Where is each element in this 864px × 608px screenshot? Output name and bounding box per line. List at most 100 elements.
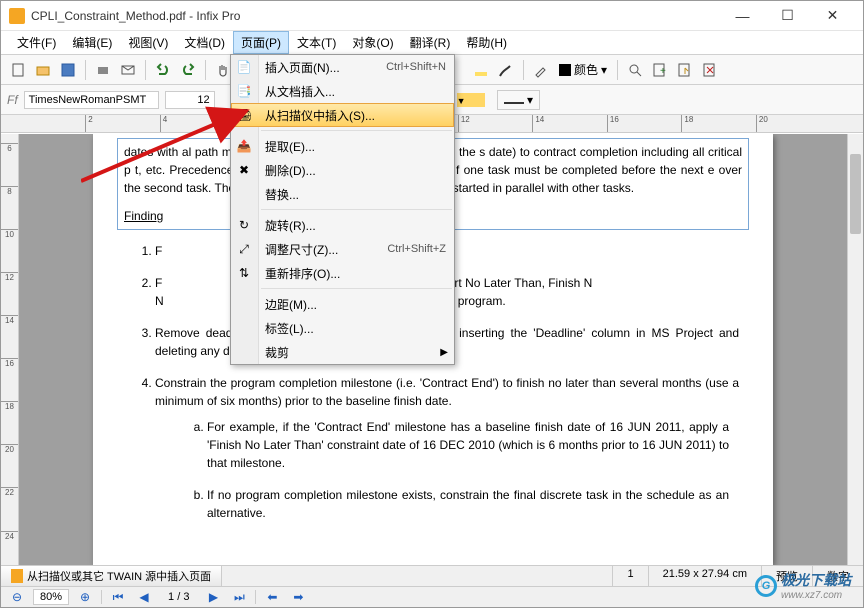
font-size-input[interactable]: 12 bbox=[165, 91, 215, 109]
print-button[interactable] bbox=[92, 59, 114, 81]
finding-label: Finding bbox=[124, 209, 163, 223]
toolbar-separator bbox=[617, 60, 618, 80]
menu-labels[interactable]: 标签(L)... bbox=[231, 316, 454, 340]
menu-bar: 文件(F) 编辑(E) 视图(V) 文档(D) 页面(P) 文本(T) 对象(O… bbox=[1, 31, 863, 55]
window-title: CPLI_Constraint_Method.pdf - Infix Pro bbox=[31, 9, 720, 23]
last-page-button[interactable]: ⏭ bbox=[229, 589, 249, 605]
menu-crop[interactable]: 裁剪 ▶ bbox=[231, 340, 454, 364]
menu-text[interactable]: 文本(T) bbox=[289, 31, 344, 54]
pages-dropdown-menu: 📄 插入页面(N)... Ctrl+Shift+N 📑 从文档插入... 🖨 从… bbox=[230, 54, 455, 365]
menu-insert-page[interactable]: 📄 插入页面(N)... Ctrl+Shift+N bbox=[231, 55, 454, 79]
new-file-button[interactable] bbox=[7, 59, 29, 81]
search-icon bbox=[627, 62, 643, 78]
open-button[interactable] bbox=[32, 59, 54, 81]
minimize-button[interactable]: — bbox=[720, 2, 765, 30]
scrollbar-vertical[interactable] bbox=[847, 134, 863, 565]
delete-page-button[interactable] bbox=[699, 59, 721, 81]
menu-delete[interactable]: ✖ 删除(D)... bbox=[231, 158, 454, 182]
next-page-button[interactable]: ▶ bbox=[203, 589, 223, 605]
close-button[interactable]: ✕ bbox=[810, 2, 855, 30]
menu-insert-from-doc[interactable]: 📑 从文档插入... bbox=[231, 79, 454, 103]
color-label: 颜色 bbox=[574, 61, 598, 78]
redact-icon bbox=[498, 62, 514, 78]
zoom-in-button[interactable]: ⊕ bbox=[75, 589, 95, 605]
eyedropper-icon bbox=[533, 62, 549, 78]
undo-button[interactable] bbox=[152, 59, 174, 81]
svg-text:+: + bbox=[660, 66, 666, 77]
redo-icon bbox=[180, 62, 196, 78]
menu-pages[interactable]: 页面(P) bbox=[233, 31, 289, 54]
zoom-out-button[interactable]: ⊖ bbox=[7, 589, 27, 605]
folder-open-icon bbox=[35, 62, 51, 78]
menu-margins[interactable]: 边距(M)... bbox=[231, 292, 454, 316]
color-swatch-icon bbox=[559, 64, 571, 76]
first-page-button[interactable]: ⏮ bbox=[108, 589, 128, 605]
watermark-text: 极光下载站 bbox=[781, 570, 851, 590]
line-icon bbox=[504, 102, 524, 104]
page-delete-icon bbox=[702, 62, 718, 78]
find-button[interactable] bbox=[624, 59, 646, 81]
extract-icon: 📤 bbox=[236, 138, 252, 154]
rotate-icon: ↻ bbox=[236, 217, 252, 233]
toolbar-separator bbox=[205, 60, 206, 80]
menu-separator bbox=[261, 288, 452, 289]
page-extract-icon bbox=[677, 62, 693, 78]
highlight-tool-button[interactable] bbox=[470, 59, 492, 81]
resize-icon: ⤢ bbox=[236, 241, 252, 257]
dimensions-cell: 21.59 x 27.94 cm bbox=[648, 566, 761, 586]
email-button[interactable] bbox=[117, 59, 139, 81]
menu-help[interactable]: 帮助(H) bbox=[458, 31, 515, 54]
menu-resize[interactable]: ⤢ 调整尺寸(Z)... Ctrl+Shift+Z bbox=[231, 237, 454, 261]
save-icon bbox=[60, 62, 76, 78]
nav-back-button[interactable]: ⬅ bbox=[262, 589, 282, 605]
menu-replace[interactable]: 替换... bbox=[231, 182, 454, 206]
menu-document[interactable]: 文档(D) bbox=[176, 31, 233, 54]
toolbar-separator bbox=[145, 60, 146, 80]
note-add-icon: + bbox=[652, 62, 668, 78]
highlight-color-button[interactable]: ▼ bbox=[457, 93, 485, 107]
hand-icon bbox=[215, 62, 231, 78]
menu-edit[interactable]: 编辑(E) bbox=[64, 31, 120, 54]
extract-page-button[interactable] bbox=[674, 59, 696, 81]
eyedropper-button[interactable] bbox=[530, 59, 552, 81]
new-file-icon bbox=[10, 62, 26, 78]
menu-view[interactable]: 视图(V) bbox=[120, 31, 176, 54]
menu-insert-from-scanner[interactable]: 🖨 从扫描仪中插入(S)... bbox=[231, 103, 454, 127]
document-tab[interactable]: 从扫描仪或其它 TWAIN 源中插入页面 bbox=[1, 566, 222, 586]
toolbar-separator bbox=[523, 60, 524, 80]
menu-separator bbox=[261, 209, 452, 210]
scrollbar-thumb[interactable] bbox=[850, 154, 861, 234]
add-note-button[interactable]: + bbox=[649, 59, 671, 81]
nav-forward-button[interactable]: ➡ bbox=[288, 589, 308, 605]
redact-tool-button[interactable] bbox=[495, 59, 517, 81]
scanner-icon: 🖨 bbox=[237, 107, 253, 123]
line-style-dropdown[interactable]: ▾ bbox=[497, 90, 540, 110]
maximize-button[interactable]: ☐ bbox=[765, 2, 810, 30]
insert-page-icon: 📄 bbox=[236, 59, 252, 75]
menu-rotate[interactable]: ↻ 旋转(R)... bbox=[231, 213, 454, 237]
app-icon bbox=[9, 8, 25, 24]
tab-label: 从扫描仪或其它 TWAIN 源中插入页面 bbox=[27, 568, 211, 584]
highlighter-icon bbox=[473, 62, 489, 78]
list-item: For example, if the 'Contract End' miles… bbox=[207, 418, 739, 472]
print-icon bbox=[95, 62, 111, 78]
zoom-level[interactable]: 80% bbox=[33, 589, 69, 605]
menu-translate[interactable]: 翻译(R) bbox=[402, 31, 459, 54]
watermark-url: www.xz7.com bbox=[781, 590, 851, 601]
document-icon bbox=[11, 569, 23, 583]
save-button[interactable] bbox=[57, 59, 79, 81]
menu-extract[interactable]: 📤 提取(E)... bbox=[231, 134, 454, 158]
status-bar: ⊖ 80% ⊕ ⏮ ◀ 1 / 3 ▶ ⏭ ⬅ ➡ bbox=[1, 586, 863, 607]
list-item: If no program completion milestone exist… bbox=[207, 486, 739, 522]
menu-file[interactable]: 文件(F) bbox=[9, 31, 64, 54]
mail-icon bbox=[120, 62, 136, 78]
page-number-cell: 1 bbox=[612, 566, 647, 586]
undo-icon bbox=[155, 62, 171, 78]
menu-object[interactable]: 对象(O) bbox=[344, 31, 401, 54]
prev-page-button[interactable]: ◀ bbox=[134, 589, 154, 605]
redo-button[interactable] bbox=[177, 59, 199, 81]
color-picker-dropdown[interactable]: 颜色 ▾ bbox=[555, 61, 611, 78]
menu-reorder[interactable]: ⇅ 重新排序(O)... bbox=[231, 261, 454, 285]
font-family-select[interactable]: TimesNewRomanPSMT bbox=[24, 91, 159, 109]
watermark-logo-icon: G bbox=[755, 575, 777, 597]
